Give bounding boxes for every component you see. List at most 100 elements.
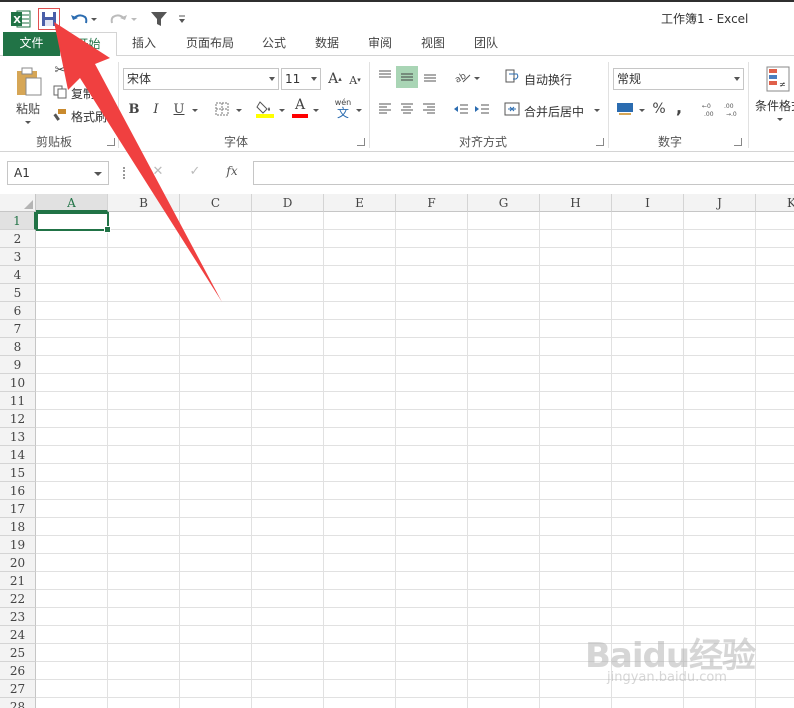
row-header-21[interactable]: 21 [0, 572, 36, 590]
row-header-25[interactable]: 25 [0, 644, 36, 662]
wrap-text-button[interactable]: 自动换行 [524, 71, 572, 88]
row-header-11[interactable]: 11 [0, 392, 36, 410]
row-header-7[interactable]: 7 [0, 320, 36, 338]
shrink-font-button[interactable]: A ▾ [347, 71, 363, 89]
redo-button[interactable] [108, 8, 138, 30]
excel-logo-icon[interactable]: X [10, 8, 32, 30]
insert-function-button[interactable]: fx [222, 164, 242, 182]
row-header-10[interactable]: 10 [0, 374, 36, 392]
underline-button[interactable]: U [170, 99, 188, 119]
customize-qat-button[interactable] [175, 8, 189, 30]
paste-dropdown-icon[interactable] [25, 121, 31, 124]
fill-color-button[interactable] [255, 97, 275, 119]
cut-button[interactable]: 剪切 [71, 63, 95, 80]
confirm-entry-button[interactable]: ✓ [187, 164, 203, 182]
save-button[interactable] [38, 8, 60, 30]
row-header-26[interactable]: 26 [0, 662, 36, 680]
accounting-format-button[interactable] [614, 99, 636, 119]
row-header-15[interactable]: 15 [0, 464, 36, 482]
tab-data[interactable]: 数据 [304, 32, 350, 56]
column-header-e[interactable]: E [324, 194, 396, 212]
copy-dropdown-icon[interactable] [104, 92, 110, 95]
filter-button[interactable] [148, 8, 170, 30]
number-launcher-icon[interactable] [734, 138, 742, 146]
tab-formulas[interactable]: 公式 [253, 32, 295, 56]
row-header-8[interactable]: 8 [0, 338, 36, 356]
row-header-5[interactable]: 5 [0, 284, 36, 302]
tab-home[interactable]: 开始 [60, 32, 117, 57]
row-header-18[interactable]: 18 [0, 518, 36, 536]
font-color-button[interactable]: A [290, 97, 310, 119]
row-header-19[interactable]: 19 [0, 536, 36, 554]
font-color-dropdown-icon[interactable] [313, 109, 319, 112]
paste-button[interactable]: 粘贴 [10, 62, 46, 128]
row-header-20[interactable]: 20 [0, 554, 36, 572]
align-top-button[interactable] [375, 66, 395, 86]
phonetic-guide-button[interactable]: wén 文 [332, 96, 354, 122]
select-all-button[interactable] [0, 194, 36, 212]
row-header-16[interactable]: 16 [0, 482, 36, 500]
accounting-dropdown-icon[interactable] [639, 109, 645, 112]
formula-input[interactable] [253, 161, 794, 185]
number-format-select[interactable]: 常规 [613, 68, 744, 90]
copy-button[interactable]: 复制 [71, 85, 95, 102]
column-header-i[interactable]: I [612, 194, 684, 212]
tab-view[interactable]: 视图 [411, 32, 455, 56]
comma-style-button[interactable]: , [672, 97, 686, 117]
borders-button[interactable] [212, 99, 232, 119]
borders-dropdown-icon[interactable] [236, 109, 242, 112]
row-header-28[interactable]: 28 [0, 698, 36, 708]
row-header-22[interactable]: 22 [0, 590, 36, 608]
tab-insert[interactable]: 插入 [121, 32, 167, 56]
row-header-24[interactable]: 24 [0, 626, 36, 644]
increase-decimal-button[interactable]: ←0.00 [701, 99, 721, 119]
italic-button[interactable]: I [147, 99, 165, 119]
row-header-3[interactable]: 3 [0, 248, 36, 266]
column-header-j[interactable]: J [684, 194, 756, 212]
tab-team[interactable]: 团队 [464, 32, 508, 56]
column-header-k[interactable]: K [756, 194, 794, 212]
clipboard-launcher-icon[interactable] [107, 138, 115, 146]
row-header-6[interactable]: 6 [0, 302, 36, 320]
column-header-f[interactable]: F [396, 194, 468, 212]
row-header-13[interactable]: 13 [0, 428, 36, 446]
align-left-button[interactable] [375, 99, 395, 119]
column-header-a[interactable]: A [36, 194, 108, 212]
font-name-select[interactable]: 宋体 [123, 68, 279, 90]
tab-file[interactable]: 文件 [3, 32, 60, 56]
alignment-launcher-icon[interactable] [596, 138, 604, 146]
name-box-dropdown-icon[interactable] [94, 172, 102, 176]
row-header-27[interactable]: 27 [0, 680, 36, 698]
merge-dropdown-icon[interactable] [594, 109, 600, 112]
underline-dropdown-icon[interactable] [192, 109, 198, 112]
font-size-select[interactable]: 11 [281, 68, 321, 90]
row-header-1[interactable]: 1 [0, 212, 36, 230]
row-header-17[interactable]: 17 [0, 500, 36, 518]
font-launcher-icon[interactable] [357, 138, 365, 146]
tab-page-layout[interactable]: 页面布局 [175, 32, 245, 56]
row-header-14[interactable]: 14 [0, 446, 36, 464]
align-right-button[interactable] [419, 99, 439, 119]
row-header-4[interactable]: 4 [0, 266, 36, 284]
undo-button[interactable] [68, 8, 98, 30]
column-header-c[interactable]: C [180, 194, 252, 212]
row-header-2[interactable]: 2 [0, 230, 36, 248]
active-cell-a1[interactable] [36, 212, 111, 233]
row-header-23[interactable]: 23 [0, 608, 36, 626]
column-header-d[interactable]: D [252, 194, 324, 212]
bold-button[interactable]: B [125, 99, 143, 119]
row-header-9[interactable]: 9 [0, 356, 36, 374]
increase-indent-button[interactable] [472, 99, 492, 119]
cancel-entry-button[interactable]: ✕ [150, 164, 166, 182]
orientation-dropdown-icon[interactable] [474, 77, 480, 80]
decrease-decimal-button[interactable]: .00 →.0 [723, 99, 743, 119]
column-header-h[interactable]: H [540, 194, 612, 212]
column-header-g[interactable]: G [468, 194, 540, 212]
merge-center-button[interactable]: 合并后居中 [524, 103, 584, 120]
decrease-indent-button[interactable] [451, 99, 471, 119]
align-bottom-button[interactable] [420, 66, 440, 86]
grow-font-button[interactable]: A ▴ [326, 69, 344, 89]
conditional-dropdown-icon[interactable] [777, 118, 783, 121]
tab-review[interactable]: 审阅 [358, 32, 402, 56]
row-header-12[interactable]: 12 [0, 410, 36, 428]
